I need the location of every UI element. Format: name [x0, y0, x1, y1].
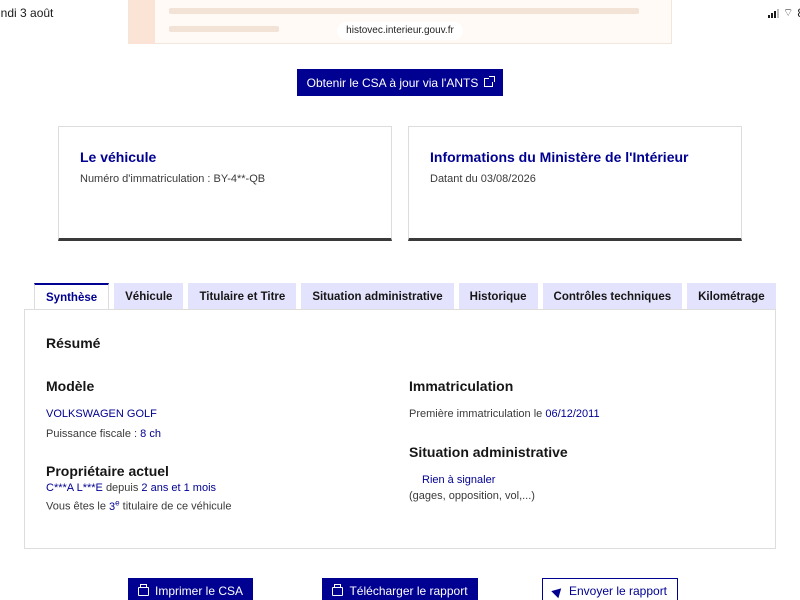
- tab-historique[interactable]: Historique: [458, 283, 538, 310]
- owner-rank-line: Vous êtes le 3e titulaire de ce véhicule: [46, 498, 231, 513]
- printer-icon: [137, 583, 149, 596]
- vehicle-card-title: Le véhicule: [80, 149, 157, 165]
- first-registration-date: 06/12/2011: [545, 408, 600, 420]
- owner-rank-suffix: titulaire de ce véhicule: [122, 500, 232, 513]
- status-indicators: ⌔ 8: [767, 6, 800, 20]
- owner-since-label: depuis: [105, 482, 139, 494]
- registration-number: Numéro d'immatriculation : BY-4**-QB: [80, 173, 266, 185]
- download-report-label: Télécharger le rapport: [349, 584, 468, 598]
- first-registration: Première immatriculation le 06/12/2011: [409, 408, 600, 420]
- external-link-icon: [484, 76, 496, 87]
- send-report-label: Envoyer le rapport: [568, 584, 668, 598]
- summary-title: Résumé: [46, 335, 101, 351]
- vehicle-card: Le véhicule Numéro d'immatriculation : B…: [58, 126, 392, 241]
- ministry-card-title: Informations du Ministère de l'Intérieur: [430, 149, 689, 165]
- printer-icon: [332, 583, 344, 596]
- model-name: VOLKSWAGEN GOLF: [46, 408, 157, 420]
- status-date: undi 3 août: [0, 6, 54, 20]
- notice-accent-bar: [129, 0, 155, 44]
- url-bar[interactable]: histovec.interieur.gouv.fr: [337, 22, 463, 40]
- fiscal-power-label: Puissance fiscale :: [46, 428, 138, 440]
- print-csa-button[interactable]: Imprimer le CSA: [128, 578, 253, 600]
- tab-kilometrage[interactable]: Kilométrage: [687, 283, 776, 310]
- tab-situation-administrative[interactable]: Situation administrative: [301, 283, 454, 310]
- report-tabs: Synthèse Véhicule Titulaire et Titre Sit…: [34, 283, 776, 311]
- ministry-date: Datant du 03/08/2026: [430, 173, 536, 185]
- owner-rank-prefix: Vous êtes le: [46, 500, 106, 513]
- signal-icon: [767, 8, 779, 18]
- tab-titulaire[interactable]: Titulaire et Titre: [188, 283, 297, 310]
- admin-situation-title: Situation administrative: [409, 444, 568, 460]
- synthese-panel: Résumé Modèle VOLKSWAGEN GOLF Puissance …: [24, 309, 776, 549]
- model-title: Modèle: [46, 378, 95, 394]
- tab-controles-techniques[interactable]: Contrôles techniques: [542, 283, 683, 310]
- first-registration-label: Première immatriculation le: [409, 408, 543, 420]
- admin-status: Rien à signaler: [422, 474, 496, 486]
- ministry-card: Informations du Ministère de l'Intérieur…: [408, 126, 742, 241]
- wifi-icon: ⌔: [782, 7, 794, 19]
- ants-csa-button[interactable]: Obtenir le CSA à jour via l'ANTS: [297, 69, 503, 96]
- owner-line: C***A L***E depuis 2 ans et 1 mois: [46, 482, 216, 494]
- download-report-button[interactable]: Télécharger le rapport: [322, 578, 478, 600]
- registration-title: Immatriculation: [409, 378, 514, 394]
- send-report-button[interactable]: Envoyer le rapport: [542, 578, 678, 600]
- owner-title: Propriétaire actuel: [46, 463, 169, 479]
- tab-vehicule[interactable]: Véhicule: [114, 283, 184, 310]
- admin-status-detail: (gages, opposition, vol,...): [409, 490, 535, 502]
- fiscal-power-value: 8 ch: [140, 428, 161, 440]
- owner-name: C***A L***E: [46, 482, 103, 494]
- fiscal-power: Puissance fiscale : 8 ch: [46, 428, 161, 440]
- ants-csa-button-label: Obtenir le CSA à jour via l'ANTS: [306, 75, 479, 90]
- print-csa-label: Imprimer le CSA: [154, 584, 243, 598]
- tab-synthese[interactable]: Synthèse: [34, 283, 110, 311]
- owner-since-value: 2 ans et 1 mois: [141, 482, 217, 494]
- send-icon: [551, 584, 565, 598]
- owner-rank-number: 3e: [109, 498, 120, 513]
